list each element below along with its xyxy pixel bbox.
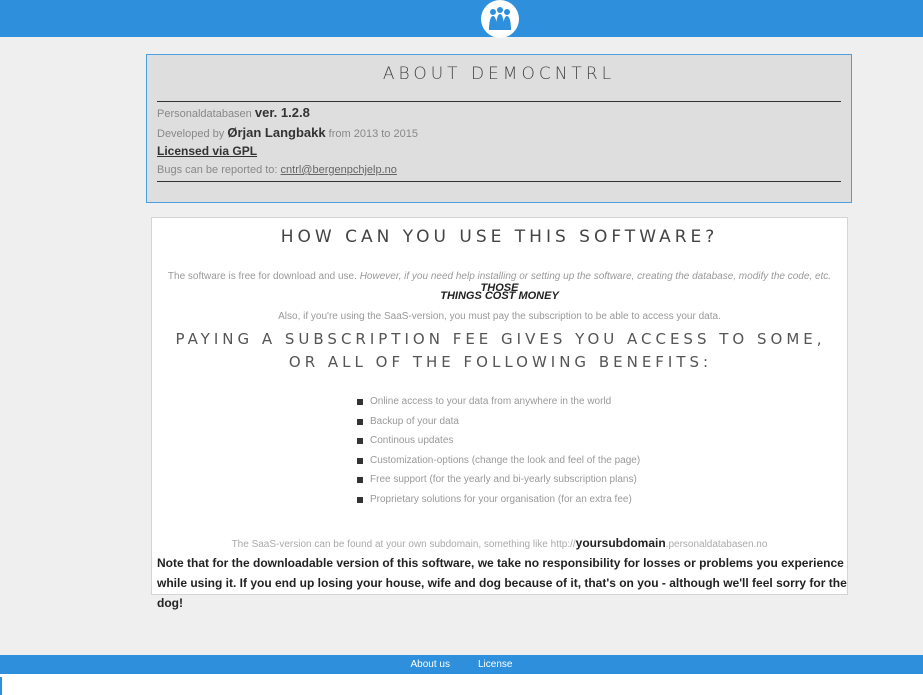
saas-suffix: .personaldatabasen.no <box>665 539 768 550</box>
logo[interactable] <box>481 0 519 38</box>
license-line: Licensed via GPL <box>157 144 257 158</box>
version-text: ver. 1.2.8 <box>254 105 310 120</box>
cost-text-2: THINGS COST MONEY <box>440 290 559 302</box>
saas-subdomain: yoursubdomain <box>575 536 666 550</box>
divider <box>157 181 841 182</box>
cost-line: THINGS COST MONEY <box>152 290 847 302</box>
product-name: Personaldatabasen <box>157 108 252 120</box>
saas-subscription-line: Also, if you're using the SaaS-version, … <box>278 311 721 322</box>
developed-suffix: from 2013 to 2015 <box>328 128 418 140</box>
developer-line: Developed by Ørjan Langbakk from 2013 to… <box>157 125 418 140</box>
benefits-title: PAYING A SUBSCRIPTION FEE GIVES YOU ACCE… <box>175 330 826 371</box>
developed-prefix: Developed by <box>157 128 225 140</box>
saas-line: The SaaS-version can be found at your ow… <box>152 536 847 550</box>
divider <box>157 101 841 102</box>
top-bar <box>0 0 923 38</box>
disclaimer-note: Note that for the downloadable version o… <box>157 556 847 610</box>
free-text: The software is free for download and us… <box>167 271 357 282</box>
people-group-icon <box>489 7 511 30</box>
bottom-strip <box>0 674 923 695</box>
list-item: Free support (for the yearly and bi-year… <box>357 470 640 490</box>
however-text: However, if you need help installing or … <box>359 271 832 282</box>
usage-panel: HOW CAN YOU USE THIS SOFTWARE? The softw… <box>151 217 848 610</box>
license-link[interactable]: Licensed via GPL <box>157 144 257 158</box>
benefits-list: Online access to your data from anywhere… <box>357 392 640 509</box>
list-item: Online access to your data from anywhere… <box>357 392 640 412</box>
developer-name: Ørjan Langbakk <box>227 125 326 140</box>
edge-marker <box>0 677 2 695</box>
list-item: Proprietary solutions for your organisat… <box>357 490 640 510</box>
version-line: Personaldatabasen ver. 1.2.8 <box>157 105 310 120</box>
list-item: Continous updates <box>357 431 640 451</box>
about-panel: ABOUT DEMOCNTRL Personaldatabasen ver. 1… <box>146 54 852 203</box>
saas-prefix: The SaaS-version can be found at your ow… <box>231 539 576 550</box>
bugs-line: Bugs can be reported to: cntrl@bergenpch… <box>157 164 397 176</box>
list-item: Customization-options (change the look a… <box>357 451 640 471</box>
footer: About us License <box>0 655 923 674</box>
list-item: Backup of your data <box>357 412 640 432</box>
footer-about-link[interactable]: About us <box>411 659 450 670</box>
footer-license-link[interactable]: License <box>478 659 512 670</box>
bugs-email-link[interactable]: cntrl@bergenpchjelp.no <box>281 164 397 176</box>
bugs-prefix: Bugs can be reported to: <box>157 164 278 176</box>
usage-title: HOW CAN YOU USE THIS SOFTWARE? <box>280 227 719 247</box>
about-title: ABOUT DEMOCNTRL <box>382 64 616 84</box>
